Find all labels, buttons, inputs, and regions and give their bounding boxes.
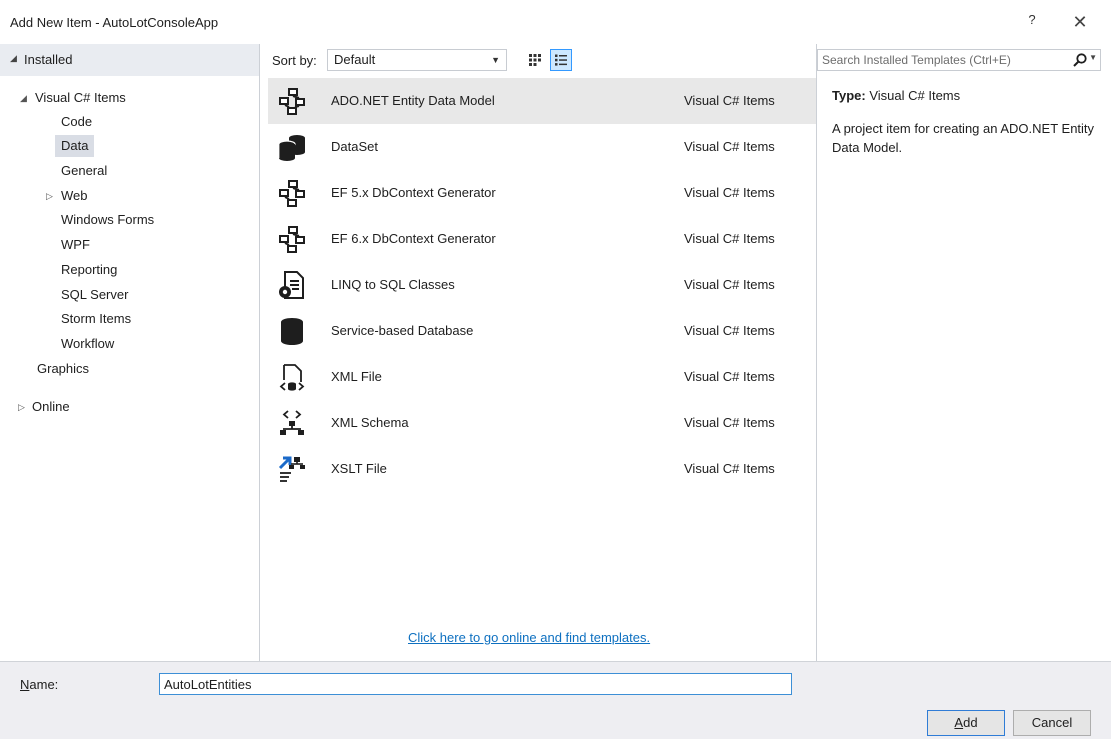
template-row-ef5-dbcontext-generator[interactable]: EF 5.x DbContext Generator Visual C# Ite… <box>268 170 816 216</box>
collapsed-arrow-icon[interactable]: ▷ <box>46 191 53 202</box>
xml-file-icon <box>276 360 308 394</box>
list-icon <box>555 54 567 66</box>
name-label: Name: <box>20 677 58 692</box>
add-button-accel: A <box>954 715 964 730</box>
search-box[interactable]: ▼ <box>817 49 1101 71</box>
tree-item-storm-items[interactable]: Storm Items <box>61 308 131 330</box>
tree-item-web[interactable]: Web <box>61 185 88 207</box>
template-name: Service-based Database <box>331 323 474 338</box>
template-row-xml-schema[interactable]: XML Schema Visual C# Items <box>268 400 816 446</box>
description: A project item for creating an ADO.NET E… <box>832 121 1095 155</box>
template-list: ADO.NET Entity Data Model Visual C# Item… <box>260 76 816 661</box>
bottom-bar: Name: Add Cancel <box>0 661 1111 739</box>
template-name: EF 6.x DbContext Generator <box>331 231 496 246</box>
template-name: XML Schema <box>331 415 409 430</box>
chevron-down-icon: ▼ <box>491 55 500 65</box>
template-row-linq-to-sql-classes[interactable]: LINQ to SQL Classes Visual C# Items <box>268 262 816 308</box>
search-area: ▼ <box>817 44 1111 76</box>
tree-item-sql-server[interactable]: SQL Server <box>61 284 128 306</box>
installed-label: Installed <box>24 52 73 67</box>
template-category: Visual C# Items <box>684 185 775 200</box>
help-button[interactable]: ? <box>1022 12 1042 32</box>
sort-by-value: Default <box>334 52 376 67</box>
expanded-arrow-icon: ◢ <box>10 53 17 63</box>
sort-toolbar: Sort by: Default ▼ <box>260 44 816 76</box>
xml-schema-icon <box>276 406 308 440</box>
template-name: XML File <box>331 369 382 384</box>
ef-generator-icon <box>276 222 308 256</box>
search-options-dropdown-icon[interactable]: ▼ <box>1089 53 1097 62</box>
template-row-xslt-file[interactable]: XSLT File Visual C# Items <box>268 446 816 492</box>
details-pane: Type: Visual C# Items A project item for… <box>817 76 1111 661</box>
database-icon <box>276 314 308 348</box>
online-templates-link[interactable]: Click here to go online and find templat… <box>408 630 650 645</box>
template-name: ADO.NET Entity Data Model <box>331 93 495 108</box>
category-tree: ◢ Visual C# Items Code Data General ▷ We… <box>0 76 259 661</box>
xslt-file-icon <box>276 452 308 486</box>
name-label-accel: N <box>20 677 30 692</box>
template-category: Visual C# Items <box>684 461 775 476</box>
dataset-icon <box>276 130 308 164</box>
template-row-service-based-database[interactable]: Service-based Database Visual C# Items <box>268 308 816 354</box>
name-label-rest: ame: <box>29 677 59 692</box>
cancel-button[interactable]: Cancel <box>1013 710 1091 736</box>
small-icons-view-button[interactable] <box>550 49 572 71</box>
template-name: DataSet <box>331 139 378 154</box>
tree-item-visual-csharp-items[interactable]: Visual C# Items <box>35 87 126 109</box>
tree-item-code[interactable]: Code <box>61 111 92 133</box>
title-bar: Add New Item - AutoLotConsoleApp ? ✕ <box>0 0 1111 44</box>
template-name: XSLT File <box>331 461 387 476</box>
search-input[interactable] <box>818 50 1058 70</box>
template-row-ef6-dbcontext-generator[interactable]: EF 6.x DbContext Generator Visual C# Ite… <box>268 216 816 262</box>
entity-model-icon <box>276 84 308 118</box>
ef-generator-icon <box>276 176 308 210</box>
collapsed-arrow-icon[interactable]: ▷ <box>18 402 25 413</box>
template-category: Visual C# Items <box>684 231 775 246</box>
template-category: Visual C# Items <box>684 139 775 154</box>
template-category: Visual C# Items <box>684 415 775 430</box>
close-button[interactable]: ✕ <box>1068 12 1092 34</box>
template-name: LINQ to SQL Classes <box>331 277 455 292</box>
medium-icons-view-button[interactable] <box>524 49 546 71</box>
window-title: Add New Item - AutoLotConsoleApp <box>10 15 219 30</box>
add-button[interactable]: Add <box>927 710 1005 736</box>
tree-item-wpf[interactable]: WPF <box>61 234 90 256</box>
template-name: EF 5.x DbContext Generator <box>331 185 496 200</box>
tree-item-data[interactable]: Data <box>55 135 95 157</box>
sort-by-dropdown[interactable]: Default ▼ <box>327 49 507 71</box>
tree-item-reporting[interactable]: Reporting <box>61 259 117 281</box>
template-row-dataset[interactable]: DataSet Visual C# Items <box>268 124 816 170</box>
expanded-arrow-icon[interactable]: ◢ <box>20 93 27 104</box>
installed-header[interactable]: ◢ Installed <box>0 44 259 76</box>
template-category: Visual C# Items <box>684 93 775 108</box>
sort-by-label: Sort by: <box>272 53 317 68</box>
search-icon[interactable] <box>1072 52 1088 68</box>
grid-icon <box>529 54 541 66</box>
tree-item-online[interactable]: Online <box>32 396 70 418</box>
tree-item-windows-forms[interactable]: Windows Forms <box>61 209 154 231</box>
type-line: Type: Visual C# Items <box>832 88 960 103</box>
template-category: Visual C# Items <box>684 277 775 292</box>
tree-item-workflow[interactable]: Workflow <box>61 333 114 355</box>
template-category: Visual C# Items <box>684 369 775 384</box>
type-value: Visual C# Items <box>869 88 961 103</box>
template-row-ado-net-entity-data-model[interactable]: ADO.NET Entity Data Model Visual C# Item… <box>268 78 816 124</box>
template-category: Visual C# Items <box>684 323 775 338</box>
template-row-xml-file[interactable]: XML File Visual C# Items <box>268 354 816 400</box>
tree-item-graphics[interactable]: Graphics <box>37 358 89 380</box>
type-label: Type: <box>832 88 866 103</box>
name-field[interactable] <box>159 673 792 695</box>
tree-item-general[interactable]: General <box>61 160 107 182</box>
add-button-rest: dd <box>963 715 978 730</box>
linq-classes-icon <box>276 268 308 302</box>
